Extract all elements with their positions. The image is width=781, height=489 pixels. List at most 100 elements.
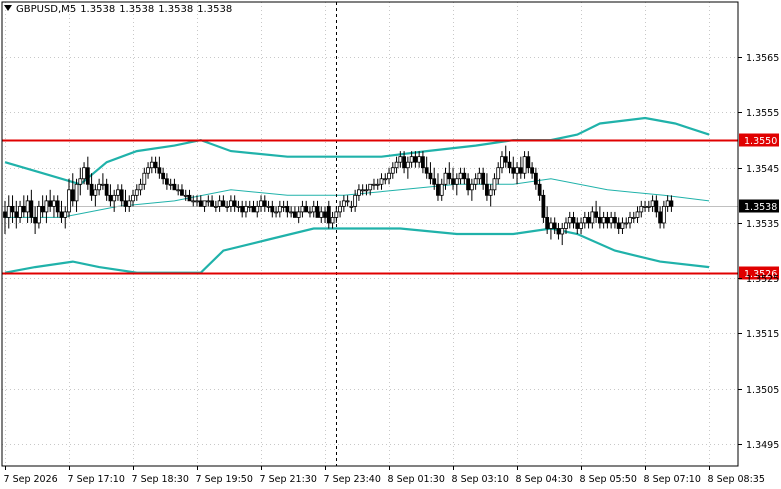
x-tick-label: 8 Sep 01:30 bbox=[388, 474, 445, 485]
candle-body bbox=[21, 205, 26, 213]
candle-body bbox=[405, 161, 410, 169]
candle-body bbox=[650, 200, 655, 207]
candle-body bbox=[375, 183, 380, 186]
candle bbox=[669, 195, 674, 212]
x-tick-label: 8 Sep 04:30 bbox=[516, 474, 573, 485]
candle-body bbox=[443, 172, 448, 185]
candle-body bbox=[217, 200, 222, 207]
candle-body bbox=[390, 167, 395, 174]
candle-body bbox=[308, 211, 312, 214]
candle-body bbox=[616, 222, 621, 229]
x-tick-label: 8 Sep 08:35 bbox=[708, 474, 765, 485]
candle bbox=[119, 184, 124, 207]
candle-body bbox=[191, 200, 196, 203]
candle bbox=[375, 178, 380, 190]
candle-body bbox=[18, 205, 22, 218]
y-tick-label: 1.3495 bbox=[746, 440, 779, 451]
candle bbox=[100, 173, 105, 190]
candle-body bbox=[447, 172, 452, 180]
candle bbox=[635, 206, 640, 223]
candle-body bbox=[409, 156, 414, 163]
candle bbox=[492, 173, 497, 196]
candle-body bbox=[454, 178, 459, 185]
candle-body bbox=[631, 217, 636, 219]
candle bbox=[496, 162, 501, 185]
bollinger-upper-line bbox=[4, 116, 710, 186]
candle-body bbox=[104, 183, 109, 196]
candle bbox=[590, 206, 595, 229]
candle bbox=[164, 173, 169, 190]
candle bbox=[639, 200, 644, 218]
candle-body bbox=[522, 156, 527, 174]
candle bbox=[85, 156, 90, 190]
chart-header: GBPUSD,M5 1.3538 1.3538 1.3538 1.3538 bbox=[4, 4, 236, 15]
candle-body bbox=[149, 161, 154, 169]
x-tick-label: 7 Sep 19:50 bbox=[196, 474, 253, 485]
axes: 1.35651.35551.35451.35351.35251.35151.35… bbox=[1, 1, 779, 485]
candle bbox=[70, 173, 75, 207]
candle bbox=[405, 156, 410, 179]
candle-body bbox=[567, 217, 572, 224]
candle-body bbox=[597, 217, 602, 224]
candle bbox=[341, 195, 346, 212]
x-tick-label: 8 Sep 07:10 bbox=[644, 474, 701, 485]
candle bbox=[500, 151, 504, 174]
candle-body bbox=[537, 183, 542, 196]
candle bbox=[221, 195, 226, 207]
candle bbox=[187, 189, 192, 202]
candle-body bbox=[564, 222, 568, 229]
candle bbox=[153, 156, 158, 174]
candle-body bbox=[153, 161, 158, 169]
candle bbox=[338, 200, 342, 218]
y-tick-label: 1.3515 bbox=[746, 329, 779, 340]
candle bbox=[300, 200, 305, 218]
candle bbox=[266, 200, 271, 212]
candle-body bbox=[665, 200, 670, 207]
candle bbox=[55, 195, 60, 218]
candle bbox=[552, 217, 557, 234]
candle bbox=[616, 217, 621, 234]
candle-body bbox=[157, 167, 162, 174]
candle bbox=[176, 184, 181, 196]
candle bbox=[646, 200, 651, 212]
candle bbox=[477, 167, 482, 185]
candle bbox=[112, 189, 117, 212]
candle bbox=[379, 173, 384, 190]
open-value: 1.3538 bbox=[80, 4, 116, 15]
candle bbox=[225, 200, 230, 212]
candle bbox=[372, 178, 376, 190]
candle-body bbox=[469, 183, 474, 191]
chart-window[interactable]: 1.3550 1.3526 1.3538 1.3565 1.3555 1.3545 1.3… bbox=[0, 0, 781, 489]
candle-body bbox=[116, 189, 120, 196]
candle-body bbox=[270, 205, 275, 213]
candle-body bbox=[530, 167, 534, 174]
candle bbox=[108, 184, 113, 207]
horizontal-levels[interactable]: 1.35501.35261.3538 bbox=[2, 2, 779, 466]
candle bbox=[334, 206, 339, 223]
candle bbox=[394, 156, 399, 174]
dropdown-triangle-icon[interactable] bbox=[4, 5, 12, 11]
candle-body bbox=[44, 200, 49, 213]
candle-body bbox=[402, 156, 406, 169]
candle bbox=[357, 184, 361, 201]
candle-body bbox=[112, 194, 117, 202]
candle bbox=[36, 200, 41, 229]
candle-body bbox=[496, 167, 501, 180]
candle bbox=[383, 173, 388, 185]
candle-body bbox=[285, 205, 290, 213]
candle-body bbox=[590, 211, 595, 224]
price-chart[interactable]: 1.35501.35261.3538 1.3565 1.3555 1.3545 1.3… bbox=[0, 0, 781, 489]
bollinger-lower-line bbox=[4, 227, 710, 274]
candle bbox=[485, 173, 489, 201]
candle bbox=[462, 167, 467, 185]
candle bbox=[582, 211, 587, 229]
candle-body bbox=[383, 178, 388, 181]
candle-body bbox=[100, 183, 105, 186]
candle bbox=[454, 173, 459, 196]
candle-body bbox=[545, 217, 550, 229]
candle bbox=[157, 156, 162, 179]
candle-body bbox=[315, 205, 320, 218]
candle-body bbox=[357, 189, 361, 196]
candle bbox=[168, 178, 173, 190]
candle-body bbox=[439, 183, 444, 196]
